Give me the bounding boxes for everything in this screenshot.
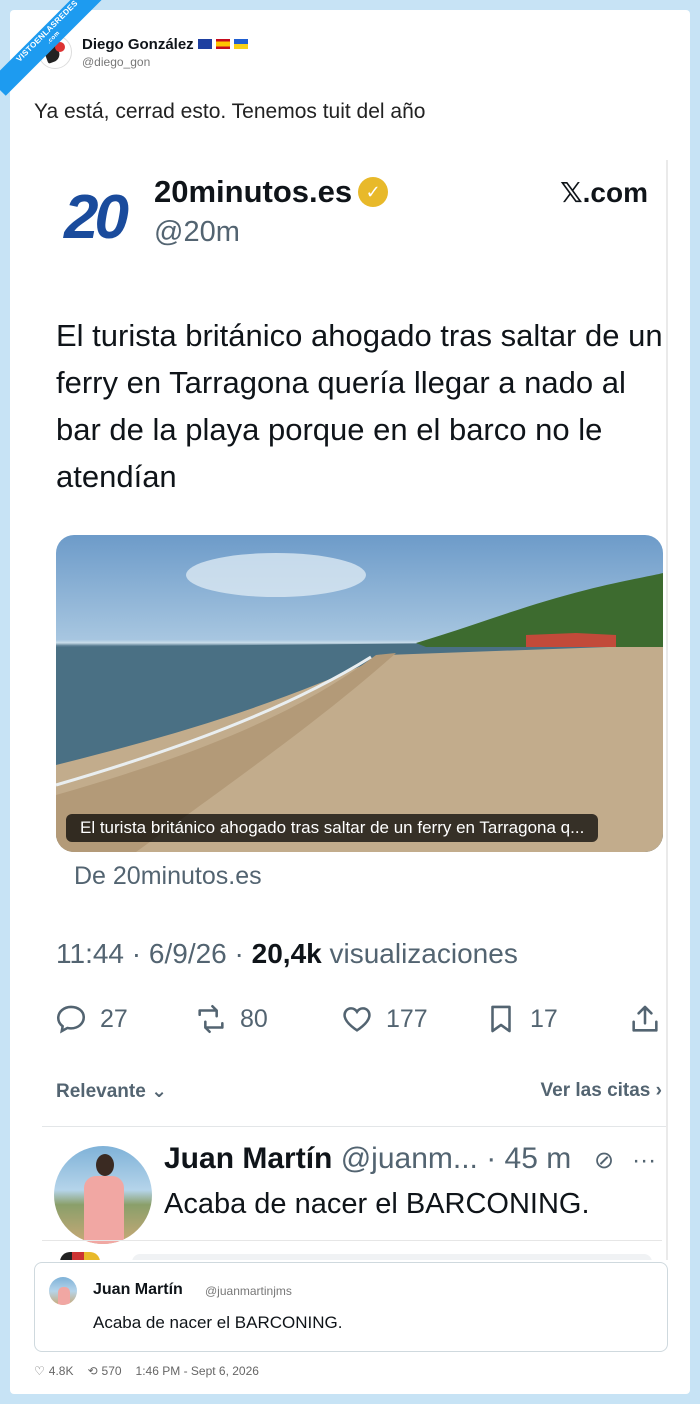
image-caption: El turista británico ahogado tras saltar…	[66, 814, 599, 842]
heart-icon: ♡	[34, 1364, 45, 1378]
action-bar: 27 80 177 17	[54, 1002, 658, 1038]
tweet-time[interactable]: 11:44	[56, 938, 124, 969]
grok-icon[interactable]: ⊘	[594, 1146, 614, 1175]
retweet-button[interactable]: 80	[194, 1002, 268, 1036]
tweet-meta: 11:44 · 6/9/26 · 20,4k visualizaciones	[56, 938, 518, 969]
ukraine-flag-icon	[233, 39, 248, 49]
view-quotes-link[interactable]: Ver las citas ›	[541, 1080, 662, 1102]
post-card: VISTOENLASREDES .com Diego González @die…	[0, 0, 690, 1394]
views-count: 20,4k	[251, 938, 322, 969]
source-logo[interactable]: 20	[64, 182, 129, 253]
more-options-icon[interactable]: ···	[632, 1147, 656, 1175]
embedded-screenshot: 20 20minutos.es ✓ @20m 𝕏.com El turista …	[32, 160, 668, 1260]
views-label: visualizaciones	[329, 938, 518, 969]
footer-likes[interactable]: ♡ 4.8K	[34, 1364, 73, 1378]
share-icon	[632, 1005, 658, 1032]
reply-count: 27	[100, 1004, 128, 1033]
next-reply-preview	[132, 1254, 652, 1260]
chevron-right-icon: ›	[655, 1080, 662, 1101]
bookmark-icon	[491, 1005, 511, 1033]
quote-author-handle[interactable]: @juanmartinjms	[205, 1284, 292, 1298]
x-logo-icon[interactable]: 𝕏.com	[560, 176, 648, 209]
retweet-count: 80	[240, 1004, 268, 1033]
reply-author-handle[interactable]: @juanm...	[341, 1142, 478, 1175]
reply-time[interactable]: · 45 m	[486, 1142, 571, 1175]
quotes-label: Ver las citas	[540, 1080, 651, 1101]
reply-icon	[56, 1005, 86, 1034]
reply-button[interactable]: 27	[54, 1002, 128, 1036]
verified-badge-icon: ✓	[358, 177, 389, 207]
source-name[interactable]: 20minutos.es	[154, 174, 352, 210]
reply-text: Acaba de nacer el BARCONING.	[164, 1188, 590, 1220]
source-handle[interactable]: @20m	[154, 216, 240, 249]
outer-author-name[interactable]: Diego González	[82, 36, 194, 53]
chevron-down-icon: ⌄	[151, 1081, 167, 1102]
tweet-headline: El turista británico ahogado tras saltar…	[56, 318, 663, 494]
link-source[interactable]: De 20minutos.es	[74, 862, 262, 891]
post-footer: ♡ 4.8K ⟲ 570 1:46 PM - Sept 6, 2026	[34, 1364, 259, 1378]
sort-dropdown[interactable]: Relevante ⌄	[56, 1080, 167, 1103]
quote-avatar[interactable]	[49, 1277, 77, 1305]
reply-avatar[interactable]	[54, 1146, 152, 1244]
footer-retweets[interactable]: ⟲ 570	[87, 1364, 121, 1378]
heart-icon	[343, 1007, 371, 1032]
eu-flag-icon	[197, 39, 212, 49]
share-button[interactable]	[628, 1002, 662, 1036]
bookmark-button[interactable]: 17	[484, 1002, 558, 1036]
reply-author-name[interactable]: Juan Martín	[164, 1142, 332, 1175]
tweet-date[interactable]: 6/9/26	[149, 938, 227, 969]
quoted-tweet-card[interactable]: Juan Martín @juanmartinjms Acaba de nace…	[34, 1262, 668, 1352]
retweet-icon	[198, 1004, 224, 1034]
outer-tweet-header: Diego González @diego_gon	[38, 35, 248, 69]
link-preview-image[interactable]: El turista británico ahogado tras saltar…	[56, 535, 663, 852]
footer-timestamp[interactable]: 1:46 PM - Sept 6, 2026	[136, 1364, 259, 1378]
bookmark-count: 17	[530, 1004, 558, 1033]
quote-text: Acaba de nacer el BARCONING.	[93, 1313, 343, 1332]
like-button[interactable]: 177	[340, 1002, 428, 1036]
like-count: 177	[386, 1004, 428, 1033]
sort-label: Relevante	[56, 1081, 146, 1102]
spain-flag-icon	[215, 39, 230, 49]
outer-tweet-text: Ya está, cerrad esto. Tenemos tuit del a…	[34, 100, 426, 123]
outer-author-handle[interactable]: @diego_gon	[82, 55, 248, 69]
quote-author-name[interactable]: Juan Martín	[93, 1281, 183, 1299]
beach-photo	[56, 553, 663, 852]
reply-header: Juan Martín @juanm... · 45 m	[164, 1142, 571, 1176]
next-reply-avatar	[60, 1252, 100, 1260]
retweet-icon: ⟲	[87, 1364, 98, 1378]
